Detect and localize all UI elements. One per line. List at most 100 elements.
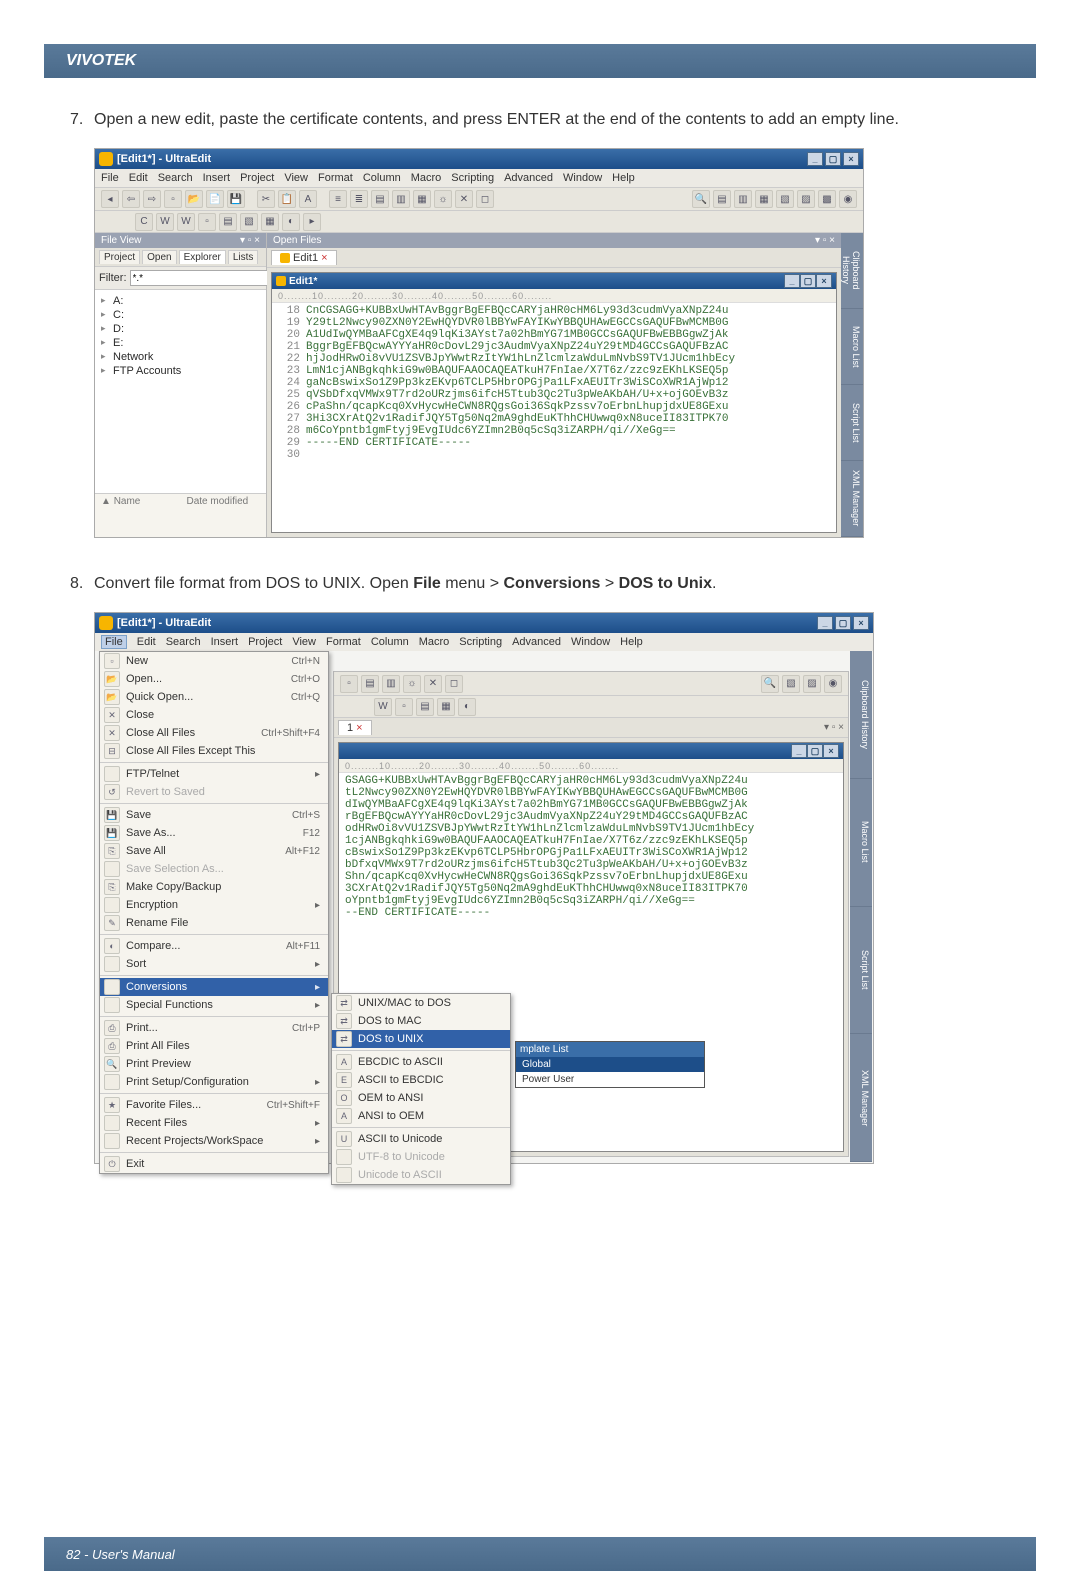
tool-button[interactable]: ▸	[303, 213, 321, 231]
tool-button[interactable]: W	[156, 213, 174, 231]
menu-item-new[interactable]: ▫NewCtrl+N	[100, 652, 328, 670]
tool-button[interactable]: W	[177, 213, 195, 231]
pin-icon[interactable]: ▾ ▫ ×	[240, 235, 260, 246]
tool-button[interactable]: ▫	[164, 190, 182, 208]
tool-button[interactable]: 💾	[227, 190, 245, 208]
tool-button[interactable]: 📄	[206, 190, 224, 208]
pane-controls[interactable]: ▾ ▫ ×	[824, 722, 844, 733]
close-button[interactable]: ×	[843, 152, 859, 166]
rail-script[interactable]: Script List	[850, 907, 872, 1035]
menu-window[interactable]: Window	[563, 172, 602, 184]
menu-item-print-setup-configuration[interactable]: Print Setup/Configuration▸	[100, 1073, 328, 1091]
menu-macro[interactable]: Macro	[411, 172, 442, 184]
submenu-item-dos-to-mac[interactable]: ⇄DOS to MAC	[332, 1012, 510, 1030]
tool-button[interactable]: ▦	[413, 190, 431, 208]
drive-tree[interactable]: A: C: D: E: Network FTP Accounts	[95, 290, 266, 493]
submenu-item-ascii-to-ebcdic[interactable]: EASCII to EBCDIC	[332, 1071, 510, 1089]
tab-close-icon[interactable]: ×	[321, 252, 327, 264]
menu-view[interactable]: View	[284, 172, 308, 184]
close-button[interactable]: ×	[853, 616, 869, 630]
tool-button[interactable]: ✕	[455, 190, 473, 208]
maximize-button[interactable]: ▢	[825, 152, 841, 166]
submenu-item-ansi-to-oem[interactable]: AANSI to OEM	[332, 1107, 510, 1125]
side-tab-explorer[interactable]: Explorer	[179, 250, 226, 264]
menu-advanced[interactable]: Advanced	[512, 636, 561, 648]
tool-button[interactable]: ▤	[371, 190, 389, 208]
tree-item[interactable]: Network	[99, 350, 262, 364]
tool-button[interactable]: ▤	[361, 675, 379, 693]
tool-button[interactable]: A	[299, 190, 317, 208]
side-tab-open[interactable]: Open	[142, 250, 176, 264]
menu-item-favorite-files[interactable]: ★Favorite Files...Ctrl+Shift+F	[100, 1096, 328, 1114]
menu-file[interactable]: File	[101, 172, 119, 184]
menu-item-close-all-files-except-this[interactable]: ⊟Close All Files Except This	[100, 742, 328, 760]
tool-button[interactable]: ▧	[776, 190, 794, 208]
filter-input[interactable]	[130, 270, 268, 286]
menu-window[interactable]: Window	[571, 636, 610, 648]
menu-scripting[interactable]: Scripting	[459, 636, 502, 648]
menu-view[interactable]: View	[292, 636, 316, 648]
tool-button[interactable]: ▫	[198, 213, 216, 231]
menu-format[interactable]: Format	[326, 636, 361, 648]
tool-button[interactable]: ▧	[782, 675, 800, 693]
tool-button[interactable]: ◐	[458, 698, 476, 716]
minimize-button[interactable]: _	[817, 616, 833, 630]
submenu-item-ebcdic-to-ascii[interactable]: AEBCDIC to ASCII	[332, 1053, 510, 1071]
rail-clipboard[interactable]: Clipboard History	[841, 233, 863, 309]
maximize-button[interactable]: ▢	[835, 616, 851, 630]
minimize-button[interactable]: _	[807, 152, 823, 166]
tool-button[interactable]: ▤	[713, 190, 731, 208]
menu-item-open[interactable]: 📂Open...Ctrl+O	[100, 670, 328, 688]
menu-item-print[interactable]: ⎙Print...Ctrl+P	[100, 1019, 328, 1037]
inner-close[interactable]: ×	[823, 744, 839, 758]
menu-help[interactable]: Help	[612, 172, 635, 184]
menu-search[interactable]: Search	[158, 172, 193, 184]
menu-edit[interactable]: Edit	[129, 172, 148, 184]
menu-column[interactable]: Column	[371, 636, 409, 648]
tree-item[interactable]: D:	[99, 322, 262, 336]
document-tab-edit1[interactable]: Edit1 ×	[271, 250, 337, 265]
tool-button[interactable]: ▦	[755, 190, 773, 208]
rail-macro[interactable]: Macro List	[850, 779, 872, 907]
tab-close-icon[interactable]: ×	[356, 722, 362, 734]
menu-item-conversions[interactable]: Conversions▸	[100, 978, 328, 996]
menu-column[interactable]: Column	[363, 172, 401, 184]
menu-item-sort[interactable]: Sort▸	[100, 955, 328, 973]
code-area[interactable]: 18CnCGSAGG+KUBBxUwHTAvBggrBgEFBQcCARYjaH…	[272, 303, 836, 532]
tool-button[interactable]: ▥	[382, 675, 400, 693]
tool-button[interactable]: ▧	[240, 213, 258, 231]
menu-item-make-copy-backup[interactable]: ⎘Make Copy/Backup	[100, 878, 328, 896]
tool-button[interactable]: ⇦	[122, 190, 140, 208]
side-tab-lists[interactable]: Lists	[228, 250, 259, 264]
tool-button[interactable]: ▫	[340, 675, 358, 693]
menu-item-save-as[interactable]: 💾Save As...F12	[100, 824, 328, 842]
menu-item-print-preview[interactable]: 🔍Print Preview	[100, 1055, 328, 1073]
tree-item[interactable]: C:	[99, 308, 262, 322]
side-tab-project[interactable]: Project	[99, 250, 140, 264]
menu-edit[interactable]: Edit	[137, 636, 156, 648]
tool-button[interactable]: ▨	[797, 190, 815, 208]
dropdown-item[interactable]: Global	[516, 1057, 704, 1072]
submenu-item-dos-to-unix[interactable]: ⇄DOS to UNIX	[332, 1030, 510, 1048]
tool-button[interactable]: ◐	[282, 213, 300, 231]
menu-file[interactable]: File	[101, 635, 127, 649]
menu-insert[interactable]: Insert	[211, 636, 239, 648]
menu-item-save[interactable]: 💾SaveCtrl+S	[100, 806, 328, 824]
tool-button[interactable]: 🔍	[692, 190, 710, 208]
rail-macro[interactable]: Macro List	[841, 309, 863, 385]
inner-min[interactable]: _	[791, 744, 807, 758]
rail-xml[interactable]: XML Manager	[841, 461, 863, 537]
tool-button[interactable]: W	[374, 698, 392, 716]
dropdown-item[interactable]: Power User	[516, 1072, 704, 1087]
tool-button[interactable]: ▩	[818, 190, 836, 208]
menu-item-encryption[interactable]: Encryption▸	[100, 896, 328, 914]
tool-button[interactable]: ☼	[403, 675, 421, 693]
tool-button[interactable]: ✂	[257, 190, 275, 208]
menu-search[interactable]: Search	[166, 636, 201, 648]
inner-close[interactable]: ×	[816, 274, 832, 288]
tree-item[interactable]: A:	[99, 294, 262, 308]
menu-item-rename-file[interactable]: ✎Rename File	[100, 914, 328, 932]
menu-item-print-all-files[interactable]: ⎙Print All Files	[100, 1037, 328, 1055]
menu-item-recent-projects-workspace[interactable]: Recent Projects/WorkSpace▸	[100, 1132, 328, 1150]
tool-button[interactable]: 🔍	[761, 675, 779, 693]
